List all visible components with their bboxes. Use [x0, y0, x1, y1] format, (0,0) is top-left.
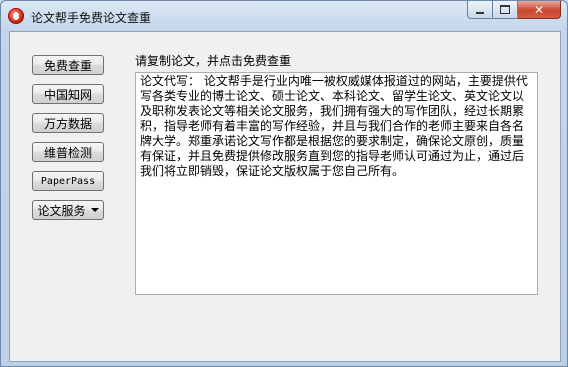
title-bar[interactable]: 论文帮手免费论文查重 ✕: [1, 1, 567, 31]
cnki-label: 中国知网: [43, 87, 92, 102]
free-check-label: 免费查重: [43, 58, 92, 73]
app-window: 论文帮手免费论文查重 ✕ 免费查重 中国知网 万方数据 维普检测 PaperPa: [0, 0, 568, 367]
maximize-icon: [500, 5, 510, 14]
chevron-down-icon: [90, 208, 99, 212]
close-button[interactable]: ✕: [518, 1, 561, 19]
minimize-icon: [476, 11, 484, 14]
paper-text-area[interactable]: 论文代写： 论文帮手是行业内唯一被权威媒体报道过的网站，主要提供代写各类专业的博…: [135, 72, 538, 295]
app-logo-icon[interactable]: [8, 8, 24, 24]
cnki-button[interactable]: 中国知网: [32, 84, 104, 104]
client-area: 免费查重 中国知网 万方数据 维普检测 PaperPass 论文服务 请复制论文…: [9, 31, 561, 362]
instruction-label: 请复制论文，并点击免费查重: [135, 54, 292, 68]
paper-service-label: 论文服务: [37, 203, 86, 218]
maximize-button[interactable]: [493, 1, 518, 19]
paper-service-dropdown[interactable]: 论文服务: [32, 200, 104, 220]
vip-check-label: 维普检测: [43, 145, 92, 160]
wanfang-label: 万方数据: [43, 116, 92, 131]
free-check-button[interactable]: 免费查重: [32, 55, 104, 75]
vip-check-button[interactable]: 维普检测: [32, 142, 104, 162]
paperpass-label: PaperPass: [40, 175, 96, 187]
paperpass-button[interactable]: PaperPass: [32, 171, 104, 191]
caption-buttons: ✕: [467, 1, 561, 20]
close-icon: ✕: [533, 2, 545, 17]
window-title: 论文帮手免费论文查重: [31, 11, 152, 25]
minimize-button[interactable]: [467, 1, 493, 19]
wanfang-button[interactable]: 万方数据: [32, 113, 104, 133]
